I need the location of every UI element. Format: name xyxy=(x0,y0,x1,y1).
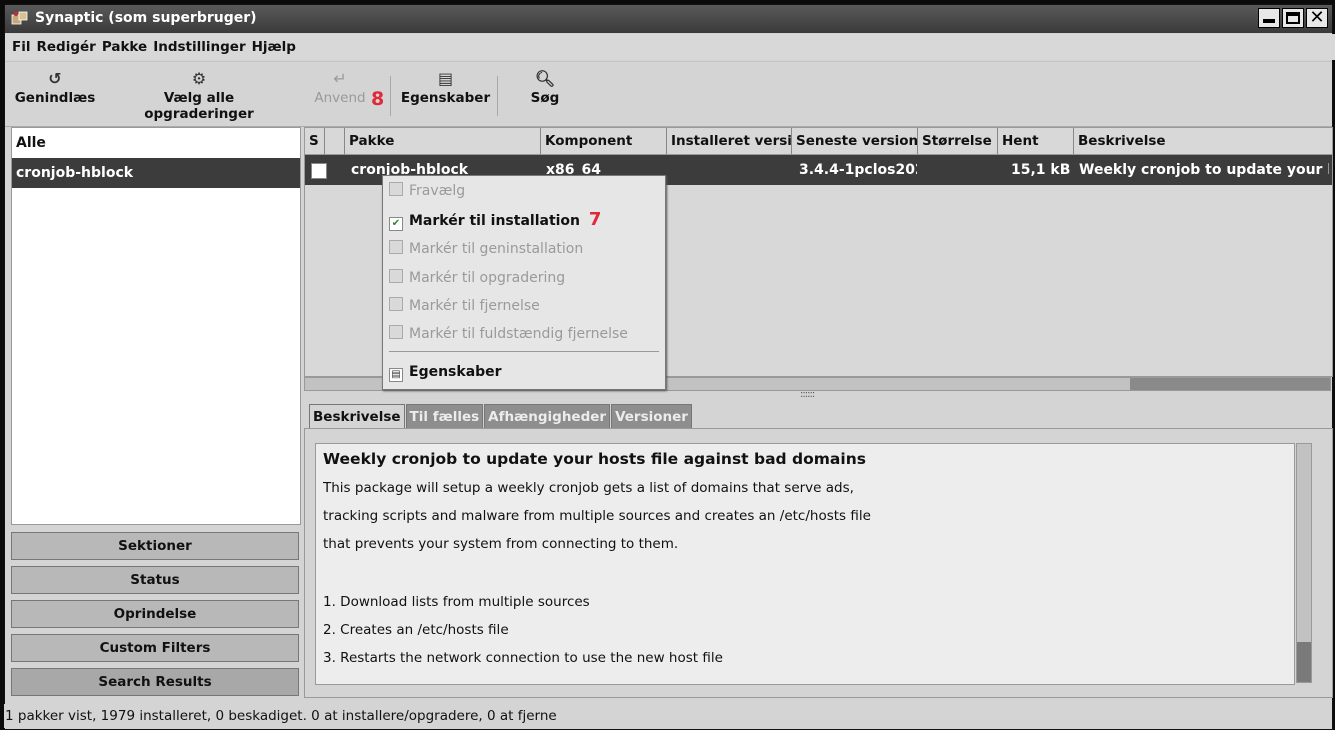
vertical-scrollbar[interactable] xyxy=(1296,443,1312,683)
description-line: 2. Creates an /etc/hosts file xyxy=(323,622,509,638)
column-installed-version[interactable]: Installeret versio xyxy=(667,128,792,154)
minimize-button[interactable] xyxy=(1258,8,1280,28)
menu-item-mark-reinstall[interactable]: Markér til geninstallation xyxy=(389,236,583,262)
menu-hjaelp[interactable]: Hjælp xyxy=(252,39,296,55)
apply-button[interactable]: ↵ Anvend xyxy=(305,68,375,106)
menu-item-unmark[interactable]: Fravælg xyxy=(389,178,465,204)
properties-icon: ▤ xyxy=(389,368,403,382)
apply-icon: ↵ xyxy=(333,69,347,88)
reload-button[interactable]: ↺ Genindlæs xyxy=(10,68,100,106)
menu-item-mark-upgrade-label: Markér til opgradering xyxy=(409,270,566,286)
menu-item-mark-install-label: Markér til installation xyxy=(409,213,581,229)
scrollbar-thumb[interactable] xyxy=(1297,642,1311,682)
window-controls: ✕ xyxy=(1258,8,1328,28)
reload-icon: ↺ xyxy=(48,69,62,88)
search-label: Søg xyxy=(530,90,560,106)
search-button[interactable]: 🔍︎ Søg xyxy=(520,68,570,106)
window-title: Synaptic (som superbruger) xyxy=(35,10,257,26)
column-package[interactable]: Pakke xyxy=(345,128,541,154)
unmark-icon xyxy=(389,182,403,196)
menu-item-properties[interactable]: ▤ Egenskaber xyxy=(389,359,502,385)
step-number-7: 7 xyxy=(588,209,602,230)
title-bar: Synaptic (som superbruger) ✕ xyxy=(5,5,1332,33)
menu-item-mark-reinstall-label: Markér til geninstallation xyxy=(409,241,584,257)
sections-button[interactable]: Sektioner xyxy=(11,532,299,560)
menu-item-properties-label: Egenskaber xyxy=(409,364,502,380)
filter-item-all[interactable]: Alle xyxy=(12,128,300,158)
step-number-8: 8 xyxy=(371,88,385,110)
custom-filters-button[interactable]: Custom Filters xyxy=(11,634,299,662)
context-menu: Fravælg ✔ Markér til installation 7 Marké… xyxy=(382,175,666,390)
reload-label: Genindlæs xyxy=(14,90,96,106)
detail-tabs: Beskrivelse Til fælles Afhængigheder Ver… xyxy=(309,404,692,430)
package-checkbox[interactable] xyxy=(311,163,327,179)
description-title: Weekly cronjob to update your hosts file… xyxy=(323,450,866,468)
tab-dependencies[interactable]: Afhængigheder xyxy=(484,404,611,430)
menu-separator xyxy=(389,351,659,352)
menu-indstillinger[interactable]: Indstillinger xyxy=(153,39,245,55)
remove-icon xyxy=(389,297,403,311)
description-text-area: Weekly cronjob to update your hosts file… xyxy=(315,443,1295,685)
column-latest-version[interactable]: Seneste version xyxy=(792,128,918,154)
search-icon: 🔍︎ xyxy=(534,69,556,88)
search-results-button[interactable]: Search Results xyxy=(11,668,299,696)
properties-button[interactable]: ▤ Egenskaber xyxy=(398,68,493,106)
purge-icon xyxy=(389,325,403,339)
column-download[interactable]: Hent xyxy=(998,128,1074,154)
column-component[interactable]: Komponent xyxy=(541,128,667,154)
properties-icon: ▤ xyxy=(437,69,454,88)
maximize-button[interactable] xyxy=(1282,8,1304,28)
status-bar: 1 pakker vist, 1979 installeret, 0 beska… xyxy=(4,704,1332,728)
close-window-button[interactable]: ✕ xyxy=(1306,8,1328,28)
apply-label: Anvend xyxy=(314,90,366,106)
menu-fil[interactable]: Fil xyxy=(12,39,30,55)
description-panel: Weekly cronjob to update your hosts file… xyxy=(304,428,1333,698)
toolbar-separator xyxy=(390,76,391,116)
menu-item-mark-purge[interactable]: Markér til fuldstændig fjernelse xyxy=(389,321,628,347)
menu-item-mark-install[interactable]: ✔ Markér til installation 7 xyxy=(389,207,601,233)
column-status[interactable]: S xyxy=(305,128,325,154)
toolbar: ↺ Genindlæs ⚙ Vælg alle opgraderinger ↵ … xyxy=(5,61,1332,127)
menu-rediger[interactable]: Redigér xyxy=(36,39,95,55)
menu-bar: Fil Redigér Pakke Indstillinger Hjælp xyxy=(5,34,1335,60)
upgrade-all-label: Vælg alle opgraderinger xyxy=(144,90,254,122)
toolbar-separator xyxy=(497,76,498,116)
cell-download: 15,1 kB xyxy=(1011,162,1071,178)
scrollbar-thumb[interactable] xyxy=(1130,378,1330,390)
menu-item-mark-purge-label: Markér til fuldstændig fjernelse xyxy=(409,326,628,342)
description-line: 1. Download lists from multiple sources xyxy=(323,594,590,610)
cell-description: Weekly cronjob to update your hosts file… xyxy=(1079,162,1329,178)
description-line: 3. Restarts the network connection to us… xyxy=(323,650,723,666)
tab-description[interactable]: Beskrivelse xyxy=(309,404,405,430)
upgrade-all-button[interactable]: ⚙ Vælg alle opgraderinger xyxy=(109,68,289,122)
cell-latest: 3.4.4-1pclos2024 xyxy=(799,162,917,178)
reinstall-icon xyxy=(389,240,403,254)
menu-pakke[interactable]: Pakke xyxy=(102,39,147,55)
menu-item-mark-upgrade[interactable]: Markér til opgradering xyxy=(389,265,565,291)
filter-item-cronjob-hblock[interactable]: cronjob-hblock xyxy=(12,158,300,188)
column-support[interactable] xyxy=(325,128,345,154)
check-icon: ✔ xyxy=(389,217,403,231)
pane-resize-grip[interactable]: :::::: xyxy=(800,389,815,400)
menu-item-unmark-label: Fravælg xyxy=(409,183,466,199)
origin-button[interactable]: Oprindelse xyxy=(11,600,299,628)
menu-item-mark-remove[interactable]: Markér til fjernelse xyxy=(389,293,540,319)
filter-list: Alle cronjob-hblock xyxy=(11,127,301,525)
column-size[interactable]: Størrelse xyxy=(918,128,998,154)
description-line: tracking scripts and malware from multip… xyxy=(323,508,871,524)
column-description[interactable]: Beskrivelse xyxy=(1074,128,1332,154)
description-line: that prevents your system from connectin… xyxy=(323,536,679,552)
status-button[interactable]: Status xyxy=(11,566,299,594)
table-header: S Pakke Komponent Installeret versio Sen… xyxy=(305,128,1332,155)
synaptic-app-icon xyxy=(11,11,28,25)
menu-item-mark-remove-label: Markér til fjernelse xyxy=(409,298,540,314)
gear-icon: ⚙ xyxy=(191,69,207,88)
properties-label: Egenskaber xyxy=(400,90,491,106)
tab-versions[interactable]: Versioner xyxy=(611,404,692,430)
tab-common[interactable]: Til fælles xyxy=(405,404,484,430)
upgrade-icon xyxy=(389,269,403,283)
description-line: This package will setup a weekly cronjob… xyxy=(323,480,854,496)
